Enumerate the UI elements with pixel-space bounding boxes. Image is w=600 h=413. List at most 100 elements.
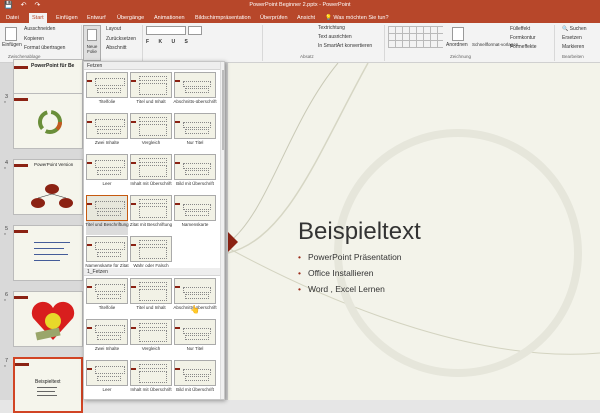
placeholder-box xyxy=(183,328,211,334)
placeholder-box xyxy=(183,81,211,87)
shape-effects-button[interactable]: Formeffekte xyxy=(510,44,537,50)
arrange-icon[interactable] xyxy=(452,27,464,41)
slide-thumbnail[interactable] xyxy=(13,93,83,149)
layout-option[interactable]: Titelfolie xyxy=(86,278,128,318)
tab-review[interactable]: Überprüfen xyxy=(257,13,291,23)
placeholder-box xyxy=(139,247,167,259)
paste-icon[interactable] xyxy=(5,27,17,41)
tab-slideshow[interactable]: Bildschirmpräsentation xyxy=(192,13,254,23)
separator xyxy=(554,25,555,61)
placeholder-box xyxy=(95,160,125,168)
layout-accent xyxy=(87,162,92,164)
ring-chart-image xyxy=(38,110,62,134)
smartart-button[interactable]: In SmartArt konvertieren xyxy=(318,43,372,49)
replace-button[interactable]: Ersetzen xyxy=(562,35,582,41)
thumb-text-line xyxy=(34,242,70,243)
slide-thumbnail-selected[interactable]: Beispieltext xyxy=(13,357,83,413)
layout-option[interactable]: Zwei Inhalte xyxy=(86,113,128,153)
layout-option[interactable]: Leer xyxy=(86,154,128,194)
layout-option[interactable]: Nur Titel xyxy=(174,113,216,153)
layout-option[interactable]: Vergleich xyxy=(130,113,172,153)
new-slide-button[interactable]: Neue Folie xyxy=(83,25,101,61)
align-text-button[interactable]: Text ausrichten xyxy=(318,34,352,40)
tab-design[interactable]: Entwurf xyxy=(84,13,109,23)
layout-label: Titelfolie xyxy=(98,305,116,310)
lightbulb-icon: 💡 xyxy=(325,15,332,21)
slide-title[interactable]: Beispieltext xyxy=(298,218,421,246)
thumbnail-pane[interactable]: PowerPoint für Be 3 * 4 * PowerPoint Ver… xyxy=(0,59,85,413)
font-size-select[interactable] xyxy=(188,26,202,35)
layout-accent xyxy=(131,80,136,82)
layout-label: Inhalt mit Überschrift xyxy=(130,181,172,186)
arrange-button[interactable]: Anordnen xyxy=(446,42,468,48)
scrollbar-thumb[interactable] xyxy=(222,70,224,150)
layout-preview xyxy=(86,113,128,139)
shape-outline-button[interactable]: Formkontur xyxy=(510,35,536,41)
copy-button[interactable]: Kopieren xyxy=(24,36,44,42)
layout-option[interactable]: Vergleich xyxy=(130,319,172,359)
layout-option[interactable]: Titel und Inhalt xyxy=(130,72,172,112)
bullet-item[interactable]: • Office Installieren xyxy=(298,268,374,278)
layout-option[interactable]: Abschnitts-überschrift xyxy=(173,72,217,112)
select-button[interactable]: Markieren xyxy=(562,44,584,50)
placeholder-box xyxy=(139,117,167,122)
layout-accent xyxy=(131,286,136,288)
layout-option[interactable]: Nur Titel xyxy=(174,319,216,359)
paste-button[interactable]: Einfügen xyxy=(2,42,22,48)
layout-option[interactable]: Namenskarte xyxy=(174,195,216,235)
tell-me-search[interactable]: 💡 Was möchten Sie tun? xyxy=(325,13,389,23)
bullet-item[interactable]: • Word , Excel Lernen xyxy=(298,284,385,294)
slide-number: 6 xyxy=(5,292,9,298)
layout-option[interactable]: Titel und Beschriftung xyxy=(85,195,129,235)
placeholder-box xyxy=(183,287,211,293)
slide-thumbnail[interactable] xyxy=(13,225,83,281)
layout-label: Zwei Inhalte xyxy=(94,140,120,145)
cut-button[interactable]: Ausschneiden xyxy=(24,26,55,32)
placeholder-box xyxy=(139,206,167,218)
layout-preview xyxy=(130,195,172,221)
layout-label: Inhalt mit Überschrift xyxy=(130,387,172,392)
reset-button[interactable]: Zurücksetzen xyxy=(106,36,136,42)
tab-insert[interactable]: Einfügen xyxy=(53,13,81,23)
font-name-select[interactable] xyxy=(146,26,186,35)
bullet-item[interactable]: • PowerPoint Präsentation xyxy=(298,252,402,262)
tab-view[interactable]: Ansicht xyxy=(294,13,318,23)
shape-fill-button[interactable]: Fülleffekt xyxy=(510,26,530,32)
layout-label: Nur Titel xyxy=(186,346,204,351)
layout-option[interactable]: Bild mit Überschrift xyxy=(174,360,216,399)
layout-option[interactable]: Titelfolie xyxy=(86,72,128,112)
layout-option[interactable]: Inhalt mit Überschrift xyxy=(130,154,172,194)
font-format-icons[interactable]: F K U S xyxy=(146,39,192,45)
separator xyxy=(81,25,82,61)
layout-option[interactable]: Leer xyxy=(86,360,128,399)
layout-accent xyxy=(87,80,92,82)
slide-thumbnail[interactable]: PowerPoint Version xyxy=(13,159,83,215)
tab-file[interactable]: Datei xyxy=(3,13,22,23)
find-button[interactable]: 🔍 Suchen xyxy=(562,26,587,32)
text-direction-button[interactable]: Textrichtung xyxy=(318,25,345,31)
layout-accent xyxy=(87,244,92,246)
layout-option[interactable]: Titel und Inhalt xyxy=(130,278,172,318)
tab-animations[interactable]: Animationen xyxy=(151,13,188,23)
tab-transitions[interactable]: Übergänge xyxy=(114,13,147,23)
placeholder-box xyxy=(185,129,209,134)
thumb-accent xyxy=(15,363,29,366)
layout-gallery-dropdown[interactable]: Fetzen Titelfolie Titel und Inhalt Abschni… xyxy=(83,61,225,400)
placeholder-box xyxy=(139,76,167,81)
placeholder-box xyxy=(139,83,167,95)
layout-option[interactable]: Zitat mit Beschriftung xyxy=(130,195,172,235)
tab-home[interactable]: Start xyxy=(29,13,47,23)
slide-thumbnail[interactable] xyxy=(13,291,83,347)
layout-button[interactable]: Layout xyxy=(106,26,121,32)
slide-canvas[interactable]: Beispieltext • PowerPoint Präsentation • O… xyxy=(228,63,600,400)
format-painter-button[interactable]: Format übertragen xyxy=(24,45,65,51)
layout-option[interactable]: Bild mit Überschrift xyxy=(174,154,216,194)
layout-option[interactable]: Inhalt mit Überschrift xyxy=(130,360,172,399)
star-icon: * xyxy=(4,167,6,173)
layout-option[interactable]: Zwei Inhalte xyxy=(86,319,128,359)
placeholder-box xyxy=(95,119,125,127)
placeholder-box xyxy=(95,78,125,86)
section-button[interactable]: Abschnitt xyxy=(106,45,127,51)
shapes-gallery[interactable] xyxy=(388,26,443,48)
gallery-scrollbar[interactable] xyxy=(220,62,224,399)
